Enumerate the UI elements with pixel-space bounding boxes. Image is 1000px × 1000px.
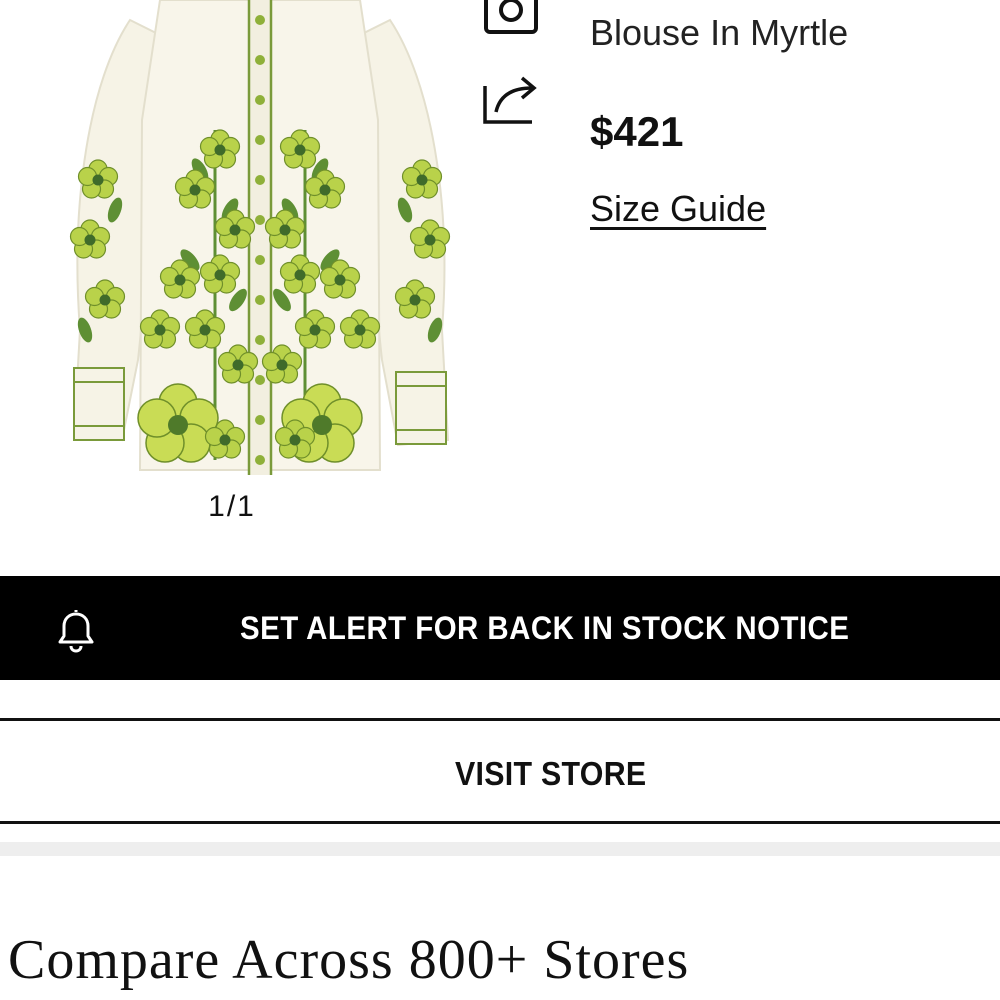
set-alert-label: SET ALERT FOR BACK IN STOCK NOTICE <box>240 610 850 646</box>
product-image[interactable] <box>60 0 460 480</box>
set-alert-button[interactable]: SET ALERT FOR BACK IN STOCK NOTICE <box>0 576 1000 680</box>
section-divider <box>0 842 1000 856</box>
visit-store-label: VISIT STORE <box>455 755 647 792</box>
camera-icon[interactable] <box>478 0 542 38</box>
share-icon[interactable] <box>478 72 542 128</box>
compare-heading: Compare Across 800+ Stores <box>8 929 690 991</box>
product-price: $421 <box>590 108 684 155</box>
visit-store-button[interactable]: VISIT STORE <box>0 718 1000 824</box>
image-counter: 1/1 <box>208 490 256 523</box>
bell-icon <box>58 609 94 653</box>
size-guide-link[interactable]: Size Guide <box>590 188 766 230</box>
product-name: Blouse In Myrtle <box>590 12 849 53</box>
product-page: 1/1 Blouse In Myrtle $421 Size Guide SET… <box>0 0 1000 1000</box>
